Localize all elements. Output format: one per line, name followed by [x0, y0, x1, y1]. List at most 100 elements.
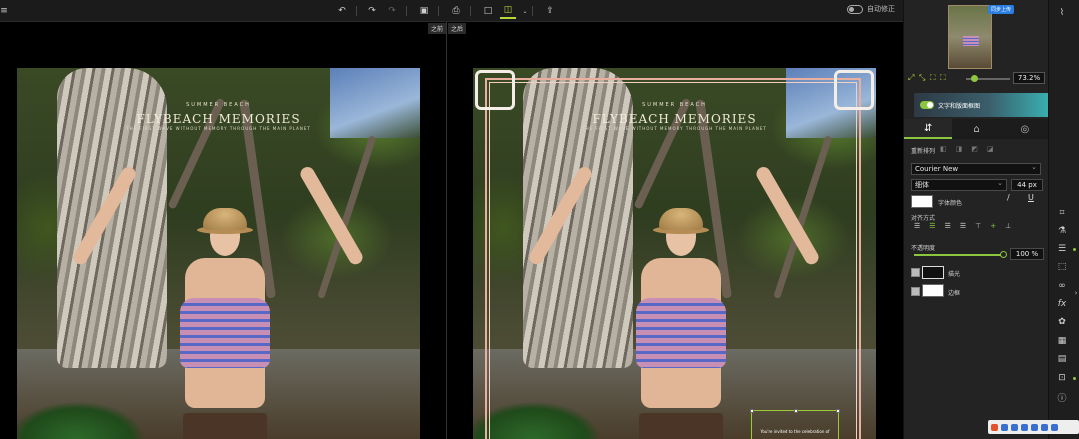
- zoom-row: ⤢ ⤡ ⛶ ⛶ 73.2%: [908, 72, 1046, 86]
- canvas-area: SUMMER BEACH FLYBEACH MEMORIES THE FIRST…: [0, 22, 903, 439]
- adjust-tab-icon[interactable]: ⇵: [904, 119, 953, 139]
- tray-icon[interactable]: [1011, 423, 1018, 431]
- tray-icon[interactable]: [1041, 423, 1048, 431]
- arrange-label: 重新排列: [911, 148, 936, 155]
- navigator-thumbnail[interactable]: [948, 5, 992, 69]
- chevron-down-icon[interactable]: ⌄: [517, 3, 533, 19]
- zoom-tool-icons[interactable]: ⤢ ⤡ ⛶ ⛶: [908, 73, 947, 83]
- zoom-value[interactable]: 73.2%: [1013, 72, 1045, 84]
- panel-tabs: ⇵ ⌂ ◎: [904, 119, 1049, 139]
- share-icon[interactable]: ⇪: [542, 3, 558, 19]
- menu-icon[interactable]: ≡: [0, 3, 8, 19]
- shadow-color-swatch[interactable]: [922, 266, 944, 279]
- compare-divider[interactable]: [446, 22, 447, 439]
- texture-icon[interactable]: ▦: [1055, 334, 1069, 348]
- tray-icon[interactable]: [1021, 423, 1028, 431]
- compare-labels: 之前 之后: [428, 23, 467, 34]
- input-method-icon[interactable]: [991, 423, 998, 431]
- poster-subtitle: THE FIRST WAVE WITHOUT MEMORY THROUGH TH…: [126, 126, 311, 131]
- opacity-slider-knob[interactable]: [1000, 251, 1007, 258]
- align-bottom-icon[interactable]: ⊥: [1005, 222, 1011, 230]
- fx-icon[interactable]: fx: [1055, 297, 1069, 311]
- banner-toggle[interactable]: [920, 101, 934, 109]
- opacity-value[interactable]: 100 %: [1010, 248, 1044, 260]
- ferns: [17, 369, 177, 439]
- font-family-select[interactable]: Courier New: [911, 162, 1041, 175]
- opacity-slider[interactable]: [914, 254, 1004, 256]
- align-buttons: ☰ ☰ ☰ ☰ ⊤ + ⊥: [914, 222, 1011, 230]
- font-style-select[interactable]: 细体: [911, 178, 1007, 191]
- before-photo[interactable]: SUMMER BEACH FLYBEACH MEMORIES THE FIRST…: [17, 68, 420, 439]
- align-center-icon[interactable]: ☰: [929, 222, 935, 230]
- text-layout-banner[interactable]: 文字和版面框图: [914, 93, 1049, 117]
- select-icon[interactable]: ⬚: [1055, 260, 1069, 274]
- bring-forward-icon[interactable]: ◨: [956, 145, 963, 153]
- tray-icon[interactable]: [1031, 423, 1038, 431]
- resize-handle[interactable]: [836, 409, 840, 413]
- frame-corner-ornament: [475, 70, 515, 110]
- align-middle-icon[interactable]: +: [990, 222, 996, 230]
- info-icon[interactable]: ⓘ: [1055, 390, 1069, 404]
- layer-tab-icon[interactable]: ◎: [1001, 119, 1049, 139]
- auto-fix-switch[interactable]: [847, 4, 863, 14]
- decorative-frame-inner: [489, 82, 857, 439]
- arrange-buttons: ◧ ◨ ◩ ◪: [940, 145, 994, 153]
- zoom-slider-knob[interactable]: [971, 75, 978, 82]
- tray-icon[interactable]: [1001, 423, 1008, 431]
- histogram-icon[interactable]: ⌇: [1055, 6, 1069, 20]
- align-top-icon[interactable]: ⊤: [975, 222, 981, 230]
- save-icon[interactable]: ▣: [416, 3, 432, 19]
- effects-icon[interactable]: ✿: [1055, 315, 1069, 329]
- font-size-input[interactable]: 44 px: [1011, 179, 1043, 191]
- resize-handle[interactable]: [794, 409, 798, 413]
- active-dot: [1073, 248, 1076, 251]
- after-label: 之后: [448, 23, 467, 34]
- stroke-checkbox[interactable]: [911, 287, 920, 296]
- stroke-label: 边框: [948, 290, 961, 297]
- panel-collapse-chevron-icon[interactable]: ›: [1069, 286, 1079, 300]
- single-view-icon[interactable]: □: [480, 3, 496, 19]
- selected-text-box[interactable]: You're invited to the celebration of: [750, 409, 840, 439]
- before-label: 之前: [428, 23, 447, 34]
- frame-corner-ornament: [834, 70, 874, 110]
- toolbar-separator: [532, 6, 533, 16]
- redo-icon[interactable]: ↷: [364, 3, 380, 19]
- sync-upload-button[interactable]: 同步上传: [988, 5, 1015, 14]
- text-box-content: You're invited to the celebration of: [760, 429, 830, 434]
- flask-icon[interactable]: ⚗: [1055, 224, 1069, 238]
- auto-fix-label: 自动修正: [867, 5, 895, 13]
- pants: [183, 413, 267, 439]
- bring-front-icon[interactable]: ◧: [940, 145, 947, 153]
- sliders-icon[interactable]: ☰: [1055, 242, 1069, 256]
- compare-view-icon[interactable]: ◫: [500, 3, 516, 19]
- shadow-checkbox[interactable]: [911, 268, 920, 277]
- tool-strip: ⌇ ⌗ ⚗ ☰ ⬚ ∞ fx ✿ ▦ ▤ ⊡ ⓘ ›: [1048, 0, 1079, 439]
- frame-icon[interactable]: ▤: [1055, 352, 1069, 366]
- tray-icon[interactable]: [1051, 423, 1058, 431]
- align-label: 对齐方式: [911, 215, 936, 222]
- redo-disabled-icon[interactable]: ↷: [384, 3, 400, 19]
- after-photo[interactable]: SUMMER BEACH FLYBEACH MEMORIES THE FIRST…: [473, 68, 876, 439]
- glasses-icon[interactable]: ∞: [1055, 279, 1069, 293]
- undo-icon[interactable]: ↶: [334, 3, 350, 19]
- align-right-icon[interactable]: ☰: [945, 222, 951, 230]
- align-left-icon[interactable]: ☰: [914, 222, 920, 230]
- crop-icon[interactable]: ⌗: [1055, 206, 1069, 220]
- send-back-icon[interactable]: ◪: [987, 145, 994, 153]
- text-icon[interactable]: ⊡: [1055, 371, 1069, 385]
- top-toolbar: ≡ ↶ ↷ ↷ ▣ ⎙ □ ◫ ⌄ ⇪ 自动修正: [0, 0, 903, 22]
- resize-handle[interactable]: [750, 409, 754, 413]
- photo-editor-app: ≡ ↶ ↷ ↷ ▣ ⎙ □ ◫ ⌄ ⇪ 自动修正 SUMMER BEACH FL…: [0, 0, 1079, 439]
- underline-button[interactable]: U: [1028, 193, 1034, 202]
- stroke-color-swatch[interactable]: [922, 284, 944, 297]
- align-justify-icon[interactable]: ☰: [960, 222, 966, 230]
- print-icon[interactable]: ⎙: [448, 3, 464, 19]
- shape-tab-icon[interactable]: ⌂: [952, 119, 1000, 139]
- banner-text: 文字和版面框图: [938, 102, 981, 110]
- poster-big-title: FLYBEACH MEMORIES: [136, 112, 301, 126]
- italic-button[interactable]: /: [1007, 193, 1010, 202]
- system-tray: [988, 420, 1079, 434]
- send-backward-icon[interactable]: ◩: [971, 145, 978, 153]
- auto-fix-toggle[interactable]: 自动修正: [847, 4, 895, 14]
- font-color-swatch[interactable]: [911, 195, 933, 208]
